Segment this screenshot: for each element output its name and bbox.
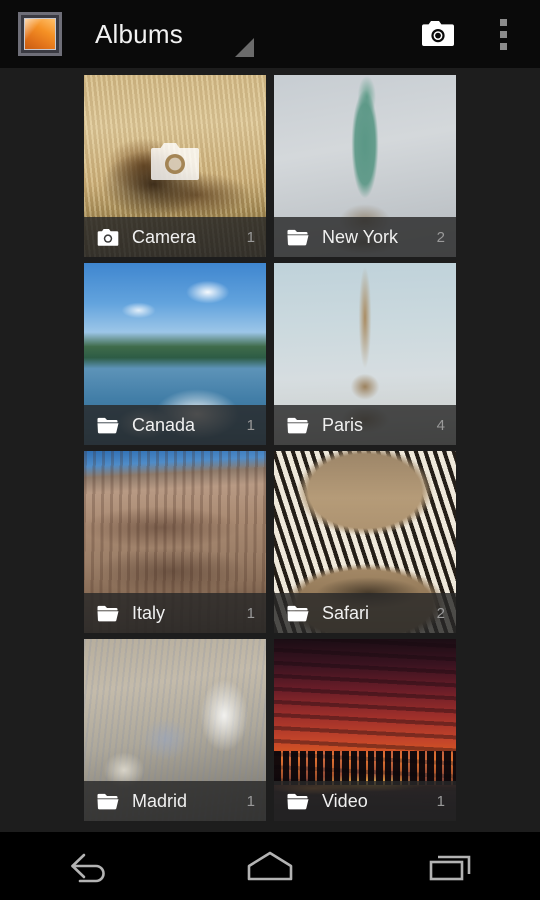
home-icon xyxy=(242,850,298,882)
album-label-bar: Canada 1 xyxy=(84,405,266,445)
album-count: 4 xyxy=(437,417,445,434)
album-label-bar: Video 1 xyxy=(274,781,456,821)
album-label-bar: Safari 2 xyxy=(274,593,456,633)
album-tile-camera[interactable]: Camera 1 xyxy=(84,75,266,257)
app-icon[interactable] xyxy=(18,12,62,56)
album-name: Safari xyxy=(322,603,429,624)
dropdown-triangle-icon[interactable] xyxy=(235,38,254,57)
album-count: 2 xyxy=(437,605,445,622)
camera-icon xyxy=(96,228,120,247)
album-tile-new-york[interactable]: New York 2 xyxy=(274,75,456,257)
page-title: Albums xyxy=(95,19,183,50)
album-count: 1 xyxy=(247,793,255,810)
album-tile-safari[interactable]: Safari 2 xyxy=(274,451,456,633)
album-tile-video[interactable]: Video 1 xyxy=(274,639,456,821)
album-label-bar: Camera 1 xyxy=(84,217,266,257)
folder-icon xyxy=(286,604,310,623)
album-count: 2 xyxy=(437,229,445,246)
album-name: New York xyxy=(322,227,429,248)
album-label-bar: Paris 4 xyxy=(274,405,456,445)
back-button[interactable] xyxy=(30,832,150,900)
overflow-dot-3 xyxy=(500,43,507,50)
folder-icon xyxy=(96,604,120,623)
overflow-menu-button[interactable] xyxy=(480,0,526,68)
folder-icon xyxy=(286,228,310,247)
overflow-dot-2 xyxy=(500,31,507,38)
album-count: 1 xyxy=(247,605,255,622)
album-name: Canada xyxy=(132,415,239,436)
recents-button[interactable] xyxy=(390,832,510,900)
home-button[interactable] xyxy=(210,832,330,900)
action-bar: Albums xyxy=(0,0,540,68)
album-count: 1 xyxy=(247,417,255,434)
album-name: Video xyxy=(322,791,429,812)
album-count: 1 xyxy=(437,793,445,810)
album-name: Madrid xyxy=(132,791,239,812)
recents-icon xyxy=(424,849,476,883)
album-name: Italy xyxy=(132,603,239,624)
album-tile-madrid[interactable]: Madrid 1 xyxy=(84,639,266,821)
album-grid: Camera 1 New York 2 xyxy=(84,75,456,828)
album-name: Camera xyxy=(132,227,239,248)
folder-icon xyxy=(286,792,310,811)
folder-icon xyxy=(286,416,310,435)
gallery-photo-icon xyxy=(24,18,56,50)
folder-icon xyxy=(96,792,120,811)
album-tile-italy[interactable]: Italy 1 xyxy=(84,451,266,633)
album-tile-paris[interactable]: Paris 4 xyxy=(274,263,456,445)
album-label-bar: Italy 1 xyxy=(84,593,266,633)
album-label-bar: Madrid 1 xyxy=(84,781,266,821)
album-tile-canada[interactable]: Canada 1 xyxy=(84,263,266,445)
overflow-dot-1 xyxy=(500,19,507,26)
album-name: Paris xyxy=(322,415,429,436)
back-arrow-icon xyxy=(64,849,116,883)
system-navigation-bar xyxy=(0,832,540,900)
phone-screen: Albums xyxy=(0,0,540,900)
camera-overlay-icon xyxy=(148,140,202,184)
camera-icon xyxy=(419,19,457,49)
album-count: 1 xyxy=(247,229,255,246)
folder-icon xyxy=(96,416,120,435)
camera-button[interactable] xyxy=(408,0,468,68)
album-label-bar: New York 2 xyxy=(274,217,456,257)
